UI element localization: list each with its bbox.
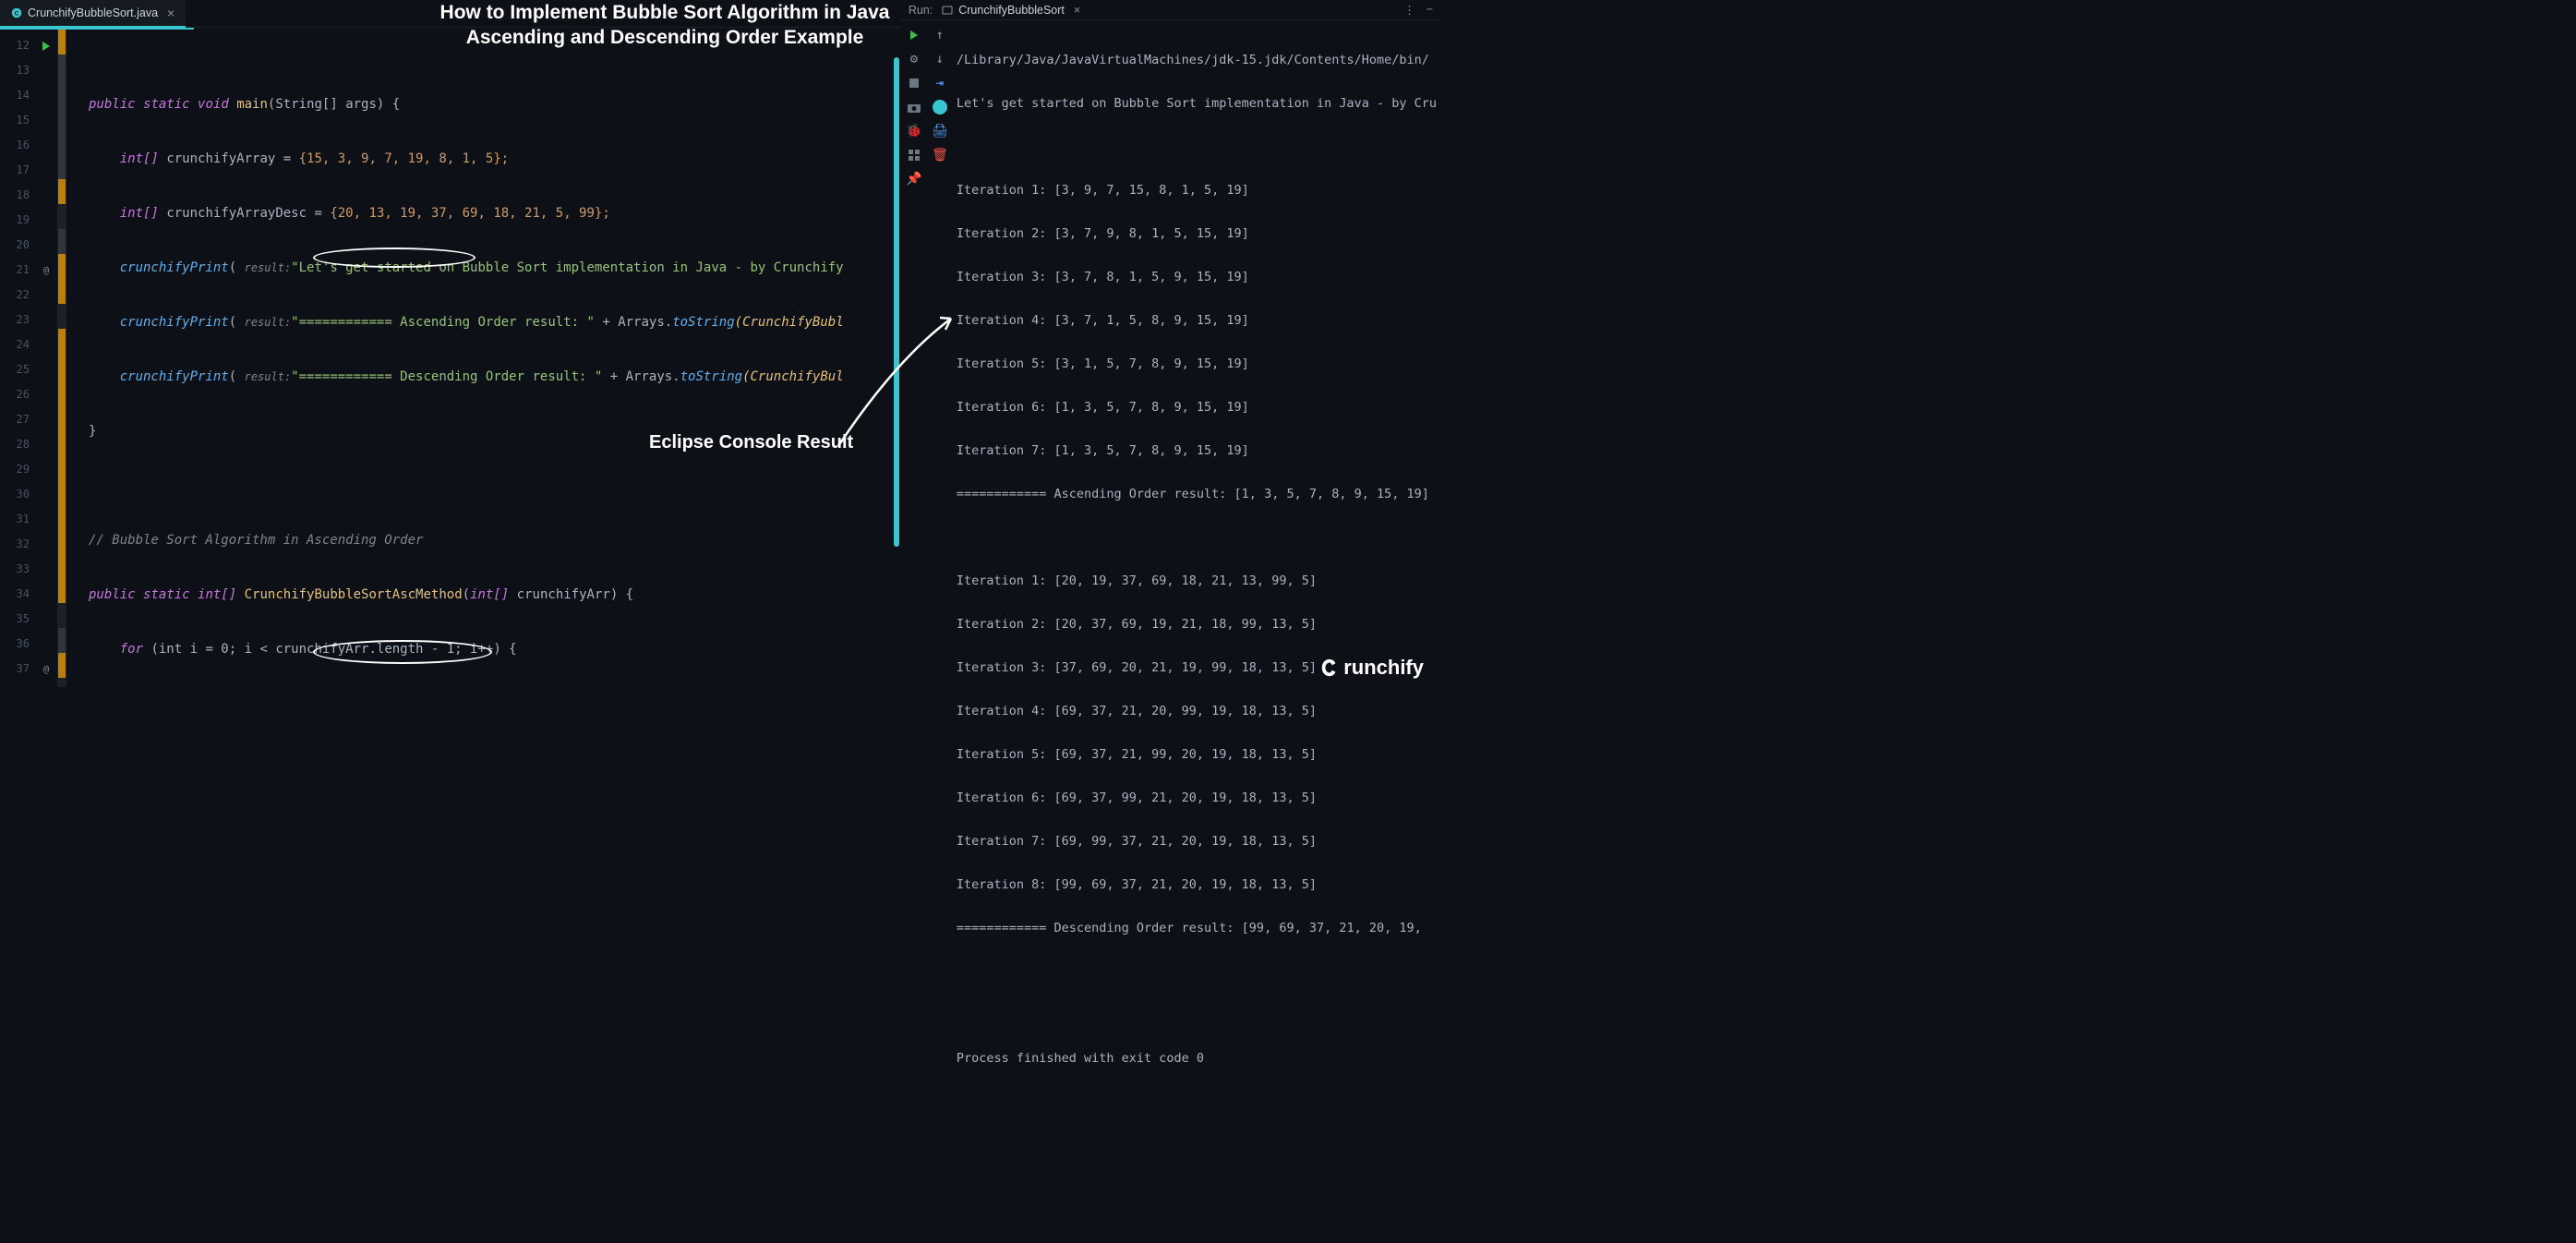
run-tab[interactable]: CrunchifyBubbleSort × [942, 4, 1080, 17]
run-toolbar-left: ⚙ 🐞 📌 [901, 20, 927, 1120]
console-line: Iteration 1: [20, 19, 37, 69, 18, 21, 13… [957, 571, 1437, 593]
more-icon[interactable]: ⋮ [1403, 3, 1415, 17]
title-line2: Ascending and Descending Order Example [420, 25, 909, 50]
gear-icon[interactable]: ⚙ [907, 52, 921, 66]
editor-scrollbar[interactable] [892, 57, 901, 687]
run-tab-name: CrunchifyBubbleSort [958, 4, 1065, 17]
console-line: Iteration 4: [69, 37, 21, 20, 99, 19, 18… [957, 701, 1437, 723]
print-icon[interactable]: 🖨 [933, 124, 947, 139]
fold-gutter[interactable] [57, 30, 66, 687]
scroll-end-icon[interactable] [933, 100, 947, 115]
console-line [957, 1005, 1437, 1027]
tutorial-title: How to Implement Bubble Sort Algorithm i… [420, 0, 909, 51]
override-marker: @ [35, 657, 57, 682]
console-line [957, 527, 1437, 549]
console-line: Iteration 7: [69, 99, 37, 21, 20, 19, 18… [957, 831, 1437, 853]
console-line: /Library/Java/JavaVirtualMachines/jdk-15… [957, 50, 1437, 72]
console-line: Let's get started on Bubble Sort impleme… [957, 93, 1437, 115]
title-line1: How to Implement Bubble Sort Algorithm i… [420, 0, 909, 25]
stop-icon[interactable] [907, 76, 921, 91]
run-panel: Run: CrunchifyBubbleSort × ⋮ − ⚙ 🐞 📌 [901, 0, 1440, 687]
arrow-up-icon[interactable]: ↑ [933, 28, 947, 42]
crunchify-logo: runchify [1319, 656, 1424, 680]
run-label: Run: [909, 4, 933, 17]
minimize-icon[interactable]: − [1426, 3, 1433, 17]
console-line: Process finished with exit code 0 [957, 1048, 1437, 1070]
svg-text:C: C [15, 10, 19, 17]
java-class-icon: C [11, 7, 22, 18]
close-icon[interactable]: × [1074, 4, 1080, 17]
run-gutter: @ @ [35, 30, 57, 687]
bug-icon[interactable]: 🐞 [907, 124, 921, 139]
console-line: Iteration 6: [1, 3, 5, 7, 8, 9, 15, 19] [957, 397, 1437, 419]
console-line: ============ Ascending Order result: [1,… [957, 484, 1437, 506]
code-editor[interactable]: 121314 151617 181920 212223 242526 27282… [0, 30, 901, 687]
logo-text: runchify [1343, 656, 1424, 680]
console-line: ============ Descending Order result: [9… [957, 918, 1437, 940]
console-line: Iteration 7: [1, 3, 5, 7, 8, 9, 15, 19] [957, 440, 1437, 463]
delete-icon[interactable]: 🗑 [933, 148, 947, 163]
console-line: Iteration 5: [69, 37, 21, 99, 20, 19, 18… [957, 744, 1437, 766]
override-marker: @ [35, 258, 57, 283]
console-line: Iteration 4: [3, 7, 1, 5, 8, 9, 15, 19] [957, 310, 1437, 332]
editor-tab[interactable]: C CrunchifyBubbleSort.java × [0, 0, 186, 28]
console-line: Iteration 5: [3, 1, 5, 7, 8, 9, 15, 19] [957, 354, 1437, 376]
editor-tab-filename: CrunchifyBubbleSort.java [28, 6, 158, 19]
run-header: Run: CrunchifyBubbleSort × ⋮ − [901, 0, 1440, 20]
close-icon[interactable]: × [167, 6, 175, 20]
console-line: Iteration 6: [69, 37, 99, 21, 20, 19, 18… [957, 788, 1437, 810]
soft-wrap-icon[interactable]: ⇥ [933, 76, 947, 91]
editor-panel: C CrunchifyBubbleSort.java × How to Impl… [0, 0, 901, 687]
arrow-down-icon[interactable]: ↓ [933, 52, 947, 66]
run-line-icon[interactable] [35, 33, 57, 58]
console-line: Iteration 3: [3, 7, 8, 1, 5, 9, 15, 19] [957, 267, 1437, 289]
console-line: Iteration 2: [3, 7, 9, 8, 1, 5, 15, 19] [957, 223, 1437, 246]
run-toolbar-right: ↑ ↓ ⇥ 🖨 🗑 [927, 20, 953, 1120]
layout-icon[interactable] [907, 148, 921, 163]
camera-icon[interactable] [907, 100, 921, 115]
line-number-gutter: 121314 151617 181920 212223 242526 27282… [0, 30, 35, 687]
pin-icon[interactable]: 📌 [907, 172, 921, 187]
console-output[interactable]: /Library/Java/JavaVirtualMachines/jdk-15… [953, 20, 1440, 1120]
run-tab-icon [942, 5, 953, 16]
console-line [957, 961, 1437, 984]
console-line [957, 137, 1437, 159]
console-line: Iteration 2: [20, 37, 69, 19, 21, 18, 99… [957, 614, 1437, 636]
console-line: Iteration 1: [3, 9, 7, 15, 8, 1, 5, 19] [957, 180, 1437, 202]
scroll-thumb[interactable] [894, 57, 899, 547]
code-area[interactable]: public static void main(String[] args) {… [66, 30, 901, 687]
logo-icon [1319, 658, 1340, 678]
annotation-label: Eclipse Console Result [649, 432, 853, 453]
console-line: Iteration 8: [99, 69, 37, 21, 20, 19, 18… [957, 875, 1437, 897]
